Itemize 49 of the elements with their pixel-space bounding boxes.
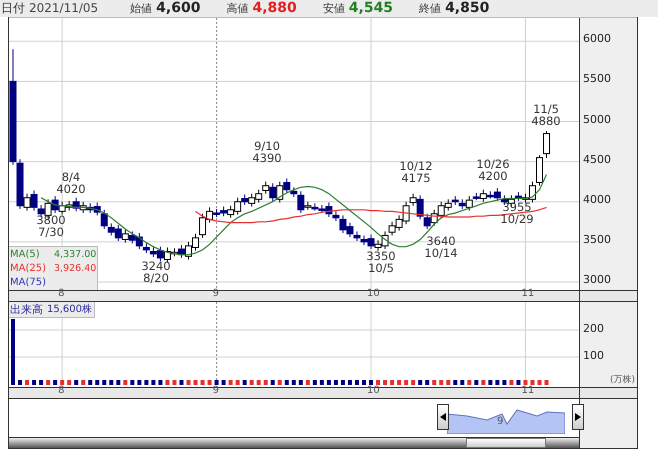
price-annotation: 8/4 4020 — [56, 171, 86, 195]
legend-value: 3,926.40 — [54, 262, 96, 276]
legend-label: MA(5) — [10, 248, 41, 262]
axis-tick-label: 11 — [521, 288, 534, 299]
axis-tick-label: 8 — [58, 288, 64, 299]
quote-value: 4,545 — [348, 0, 394, 16]
legend-value: 4,337.00 — [54, 248, 96, 262]
quote-label: 安値 — [322, 1, 345, 16]
price-annotation: 3800 7/30 — [36, 214, 66, 238]
left-handle[interactable] — [437, 404, 449, 430]
axis-tick-label: 100 — [583, 349, 604, 362]
legend-label: MA(75) — [10, 276, 47, 290]
price-annotation: 9/10 4390 — [252, 140, 282, 164]
date-value: 2021/11/05 — [29, 1, 98, 15]
axis-tick-label: 5000 — [583, 112, 611, 126]
price-annotation: 11/5 4880 — [531, 103, 561, 127]
axis-tick-label: 3000 — [583, 272, 611, 287]
legend-label: MA(25) — [10, 262, 47, 276]
price-annotation: 10/26 4200 — [476, 158, 510, 182]
quote-value: 4,850 — [445, 0, 490, 16]
volume-label: 出来高 — [10, 302, 43, 317]
axis-tick-label: 10 — [367, 385, 380, 396]
scrollbar-thumb[interactable] — [466, 438, 546, 448]
axis-tick-label: 9 — [212, 288, 219, 299]
price-annotation: 3955 10/29 — [500, 201, 534, 225]
price-annotation: 3240 8/20 — [141, 260, 171, 284]
quote-label: 終値 — [419, 1, 442, 16]
axis-tick-label: 8 — [58, 385, 64, 396]
axis-tick-label: 3500 — [583, 232, 611, 247]
price-annotation: 10/12 4175 — [399, 160, 433, 184]
axis-tick-label: 4500 — [583, 152, 611, 167]
axis-tick-label: 5500 — [583, 72, 611, 86]
axis-tick-label: 11 — [521, 385, 534, 396]
right-handle[interactable] — [572, 404, 584, 430]
unit-label: (万株) — [610, 374, 635, 386]
axis-tick-label: 6000 — [583, 32, 611, 46]
quote-label: 高値 — [226, 1, 248, 16]
quote-value: 4,880 — [252, 0, 297, 16]
axis-tick-label: 4000 — [583, 192, 611, 207]
price-annotation: 3350 10/5 — [366, 250, 396, 274]
volume-value: 15,600株 — [47, 302, 92, 317]
price-annotation: 3640 10/14 — [424, 235, 458, 259]
date-label: 日付 — [1, 0, 25, 17]
navigator-label: 9 — [497, 416, 504, 427]
quote-value: 4,600 — [156, 0, 200, 16]
axis-tick-label: 200 — [583, 322, 604, 335]
axis-tick-label: 10 — [367, 288, 380, 299]
axis-tick-label: 9 — [212, 385, 219, 396]
quote-label: 始値 — [130, 1, 152, 16]
